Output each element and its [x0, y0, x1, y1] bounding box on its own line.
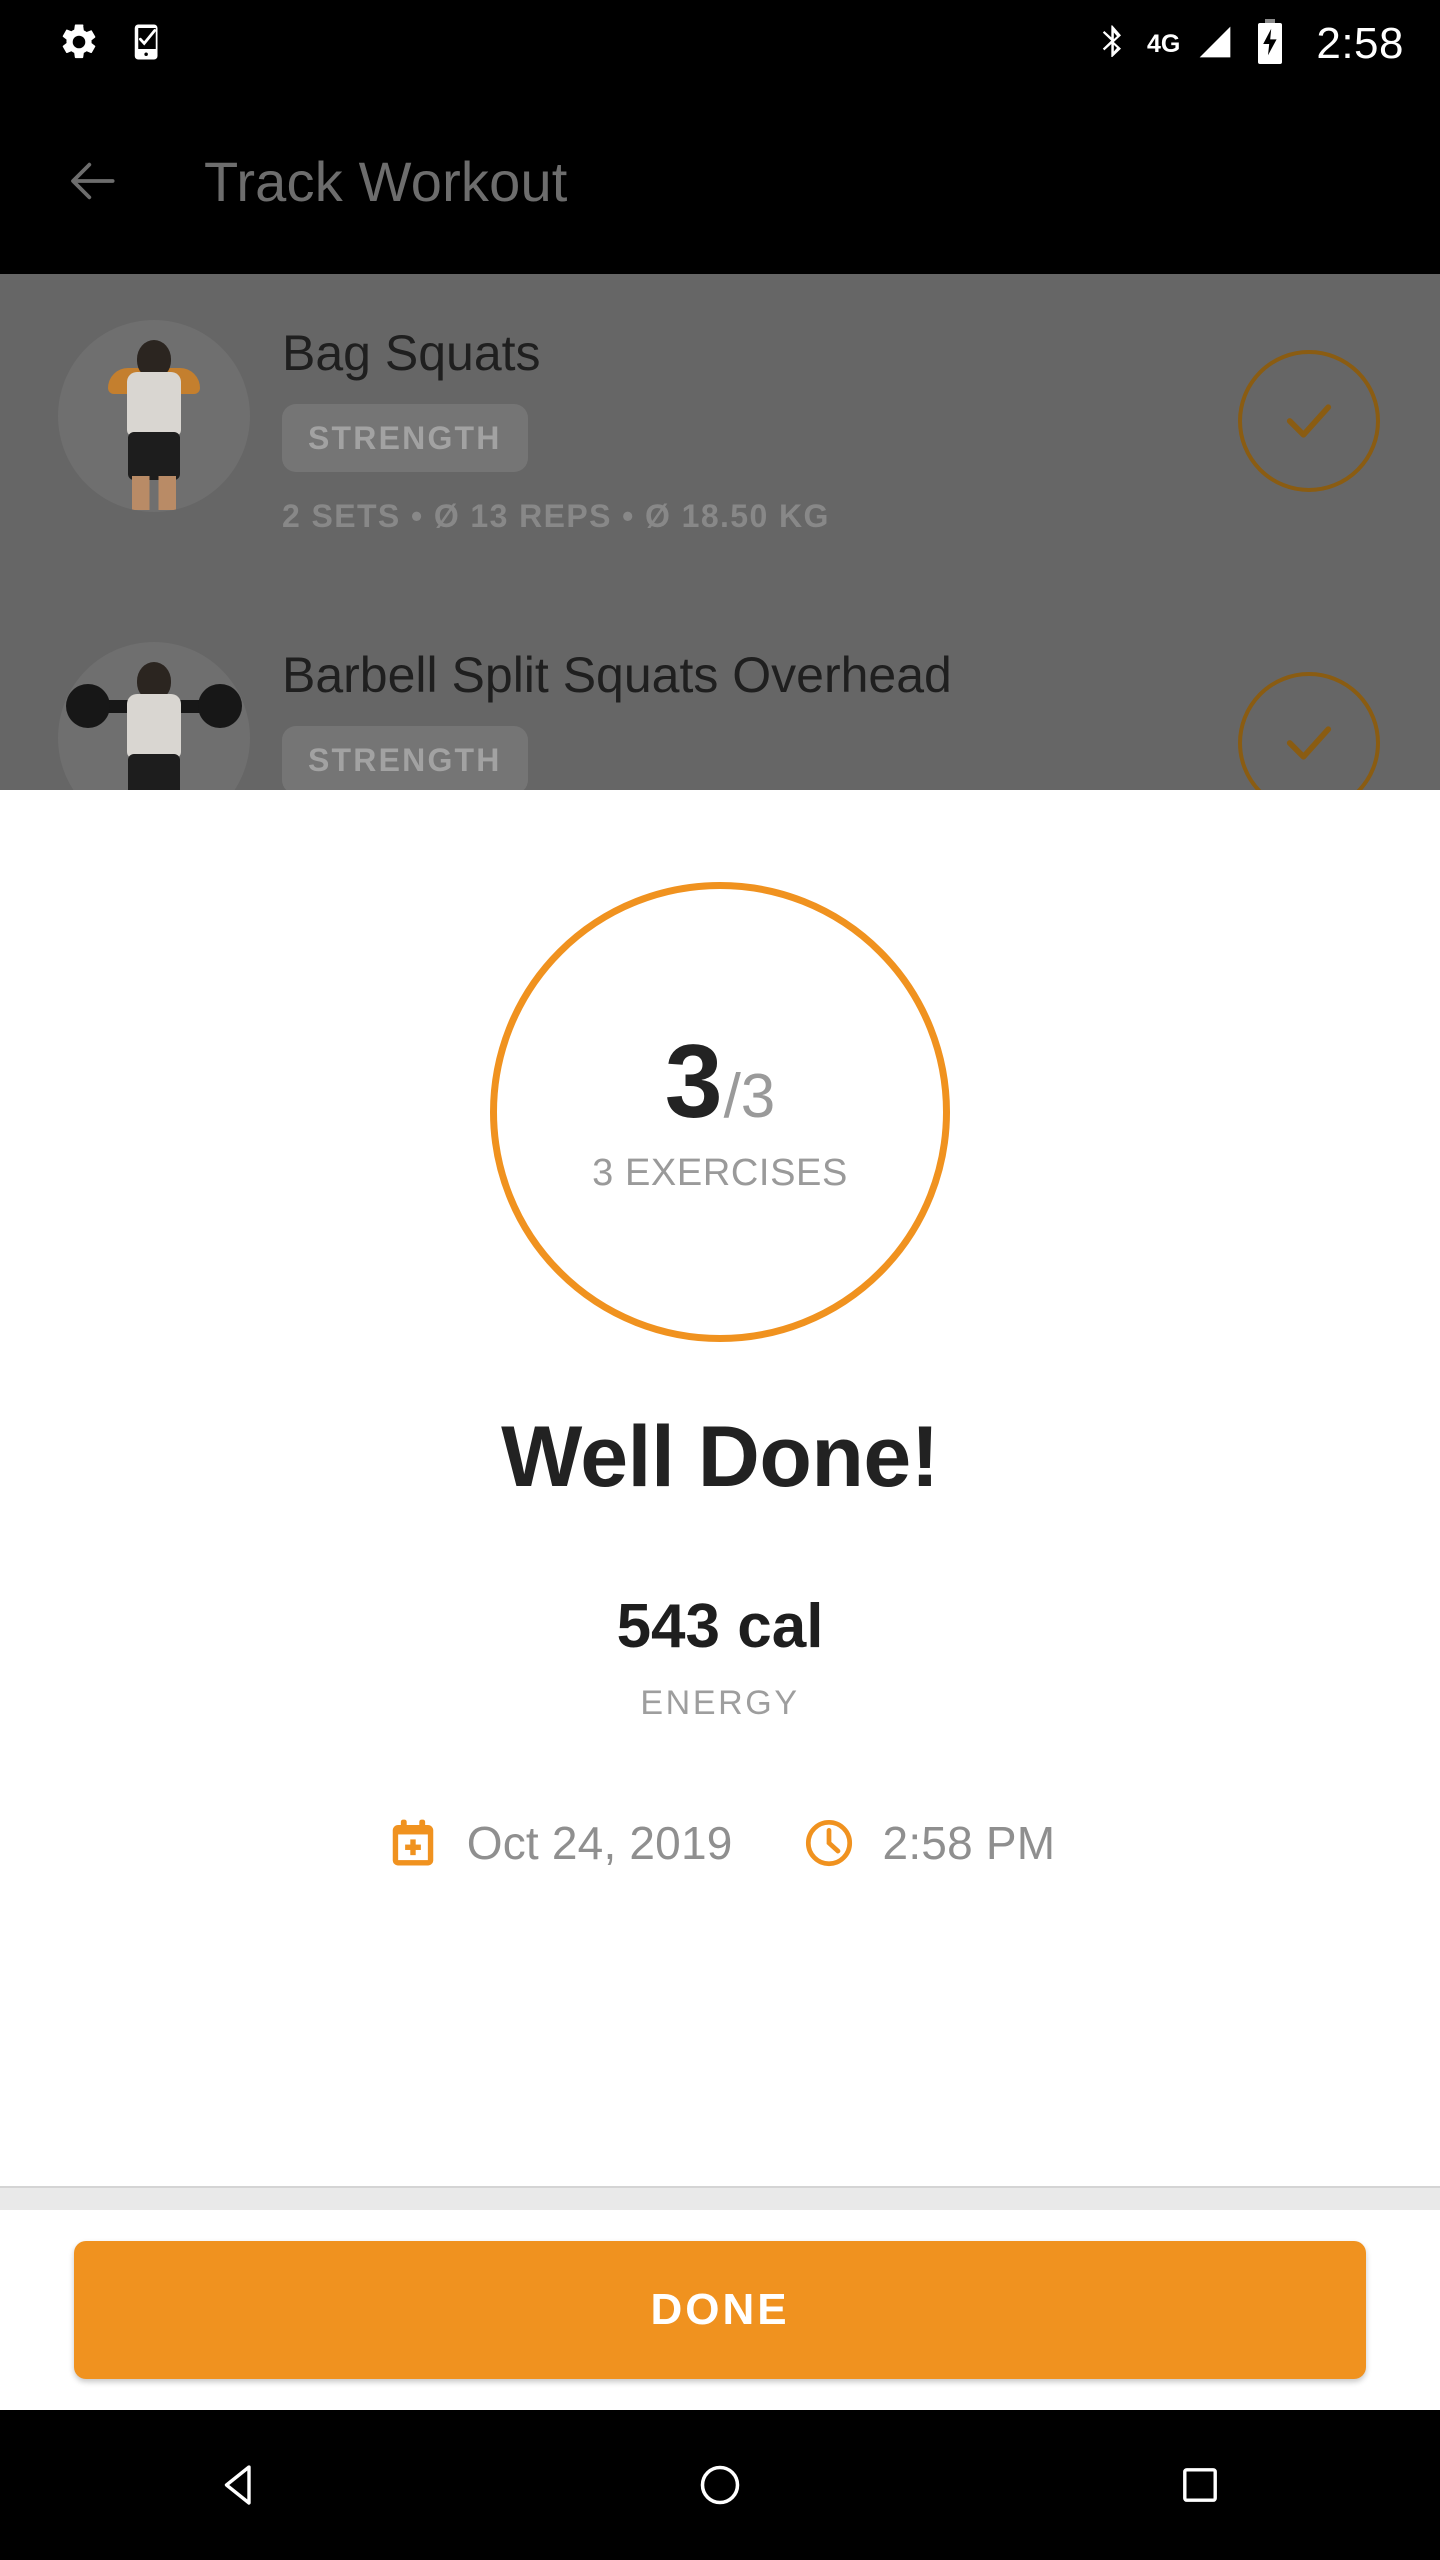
datetime-row: Oct 24, 2019 2:58 PM: [385, 1815, 1056, 1871]
status-bar-clock: 2:58: [1316, 19, 1404, 68]
calendar-plus-icon: [385, 1815, 441, 1871]
status-bar-right-icons: 4G 2:58: [1091, 18, 1404, 71]
back-button[interactable]: [62, 149, 126, 213]
back-triangle-icon: [224, 2465, 251, 2505]
status-bar-left-icons: [58, 21, 168, 68]
app-bar: Track Workout: [0, 88, 1440, 274]
energy-value: 543 cal: [616, 1592, 824, 1661]
nav-recents-button[interactable]: [1125, 2410, 1275, 2560]
exercise-name: Bag Squats: [282, 325, 541, 381]
exercise-info: Bag Squats STRENGTH 2 SETS • Ø 13 REPS •…: [282, 320, 1238, 535]
exercise-list-scrim: Bag Squats STRENGTH 2 SETS • Ø 13 REPS •…: [0, 274, 1440, 790]
system-nav-bar: [0, 2410, 1440, 2560]
phone-screen: 4G 2:58 Track Workout Bag Squats STRENGT…: [0, 0, 1440, 2560]
bluetooth-icon: [1091, 19, 1131, 70]
list-item[interactable]: Barbell Split Squats Overhead STRENGTH: [0, 614, 1440, 790]
phone-check-icon: [126, 21, 168, 68]
progress-label: 3 EXERCISES: [592, 1151, 848, 1194]
status-bar: 4G 2:58: [0, 0, 1440, 88]
list-item[interactable]: Bag Squats STRENGTH 2 SETS • Ø 13 REPS •…: [0, 292, 1440, 535]
exercise-thumbnail: [58, 320, 250, 512]
recents-square-icon: [1183, 2468, 1217, 2502]
exercise-stats: 2 SETS • Ø 13 REPS • Ø 18.50 KG: [282, 498, 830, 534]
page-title: Track Workout: [204, 149, 568, 213]
exercise-info: Barbell Split Squats Overhead STRENGTH: [282, 642, 1238, 790]
time-text: 2:58 PM: [882, 1817, 1056, 1869]
exercise-name: Barbell Split Squats Overhead: [282, 647, 952, 703]
summary-content: 3 /3 3 EXERCISES Well Done! 543 cal ENER…: [0, 790, 1440, 2186]
exercise-progress-ring: 3 /3 3 EXERCISES: [490, 882, 950, 1342]
clock-icon: [801, 1815, 857, 1871]
nav-back-button[interactable]: [165, 2410, 315, 2560]
date-text: Oct 24, 2019: [466, 1817, 733, 1869]
sheet-divider: [0, 2186, 1440, 2210]
settings-gear-icon: [58, 21, 100, 68]
exercise-category-badge: STRENGTH: [282, 726, 528, 790]
nav-home-button[interactable]: [645, 2410, 795, 2560]
check-icon: [1286, 726, 1332, 760]
check-icon: [1286, 404, 1332, 438]
progress-total: /3: [723, 1061, 776, 1131]
workout-date[interactable]: Oct 24, 2019: [385, 1815, 733, 1871]
summary-headline: Well Done!: [501, 1409, 939, 1505]
workout-time[interactable]: 2:58 PM: [801, 1815, 1056, 1871]
progress-counts: 3 /3: [665, 1030, 776, 1134]
exercise-category-badge: STRENGTH: [282, 404, 528, 472]
arrow-left-icon: [71, 162, 115, 200]
workout-summary-sheet: 3 /3 3 EXERCISES Well Done! 543 cal ENER…: [0, 790, 1440, 2410]
network-type-label: 4G: [1147, 29, 1181, 58]
home-circle-icon: [700, 2465, 740, 2505]
progress-current: 3: [664, 1023, 723, 1140]
exercise-complete-toggle[interactable]: [1238, 672, 1380, 790]
exercise-complete-toggle[interactable]: [1238, 350, 1380, 492]
sheet-action-area: DONE: [0, 2210, 1440, 2410]
signal-4g-icon: [1192, 19, 1238, 70]
exercise-thumbnail: [58, 642, 250, 790]
energy-label: ENERGY: [640, 1684, 800, 1722]
done-button[interactable]: DONE: [74, 2241, 1366, 2379]
battery-charging-icon: [1254, 18, 1286, 71]
